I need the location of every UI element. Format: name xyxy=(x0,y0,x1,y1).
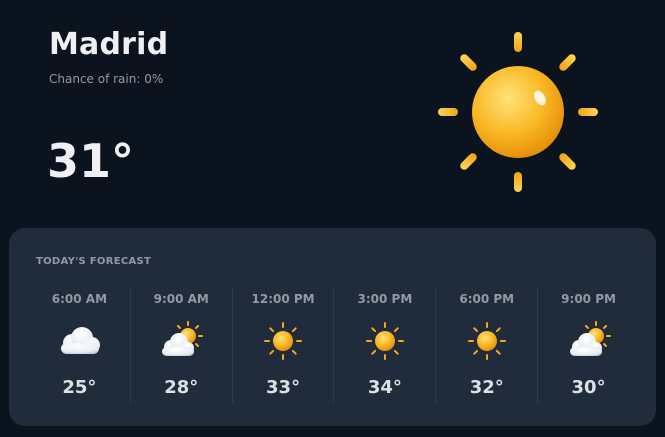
partly-cloudy-icon xyxy=(156,321,206,361)
forecast-time: 6:00 PM xyxy=(459,292,515,306)
forecast-slot: 9:00 AM 28° xyxy=(129,288,232,403)
city-name: Madrid xyxy=(49,27,169,62)
sun-icon xyxy=(360,321,410,361)
forecast-time: 6:00 AM xyxy=(51,292,108,306)
current-weather: Madrid Chance of rain: 0% 31° xyxy=(0,0,665,228)
partly-cloudy-icon xyxy=(564,321,614,361)
forecast-time: 9:00 PM xyxy=(561,292,616,306)
sun-icon xyxy=(258,321,308,361)
todays-forecast-card: TODAY'S FORECAST 6:00 AM 25° 9:00 AM 28°… xyxy=(9,228,656,426)
forecast-temperature: 28° xyxy=(164,377,199,398)
forecast-slots: 6:00 AM 25° 9:00 AM 28° 12:00 PM 33° 3:0… xyxy=(29,288,639,403)
sun-icon xyxy=(462,321,512,361)
forecast-time: 12:00 PM xyxy=(251,292,315,306)
forecast-title: TODAY'S FORECAST xyxy=(36,256,152,267)
forecast-temperature: 25° xyxy=(62,377,97,398)
forecast-temperature: 30° xyxy=(571,377,606,398)
current-temperature: 31° xyxy=(47,134,135,188)
sun-icon xyxy=(434,28,604,198)
forecast-temperature: 34° xyxy=(367,377,402,398)
forecast-time: 3:00 PM xyxy=(357,292,413,306)
chance-of-rain: Chance of rain: 0% xyxy=(49,72,164,86)
forecast-slot: 12:00 PM 33° xyxy=(231,288,334,403)
forecast-time: 9:00 AM xyxy=(153,292,209,306)
forecast-slot: 9:00 PM 30° xyxy=(537,288,639,403)
forecast-temperature: 32° xyxy=(469,377,504,398)
cloud-icon xyxy=(54,321,104,361)
forecast-slot: 6:00 AM 25° xyxy=(29,288,130,403)
forecast-slot: 6:00 PM 32° xyxy=(435,288,537,403)
forecast-slot: 3:00 PM 34° xyxy=(333,288,435,403)
forecast-temperature: 33° xyxy=(266,377,301,398)
